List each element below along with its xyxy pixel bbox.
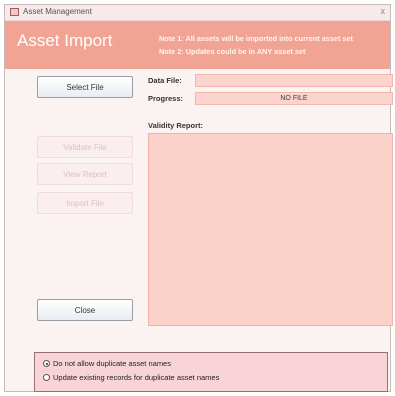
validity-report-label: Validity Report: <box>148 121 204 130</box>
progress-label: Progress: <box>148 94 184 103</box>
import-notes: Note 1: All assets will be imported into… <box>159 32 353 58</box>
title-bar: Asset Management x <box>5 5 390 21</box>
data-file-label: Data File: <box>148 76 182 85</box>
progress-field: NO FILE <box>195 92 393 105</box>
option-disallow-label: Do not allow duplicate asset names <box>53 359 171 368</box>
radio-selected-icon[interactable] <box>43 360 50 367</box>
duplicate-options-group: Do not allow duplicate asset names Updat… <box>34 352 388 392</box>
radio-unselected-icon[interactable] <box>43 374 50 381</box>
select-file-button[interactable]: Select File <box>37 76 133 98</box>
import-file-button[interactable]: Import File <box>37 192 133 214</box>
data-file-field[interactable] <box>195 74 393 87</box>
note-1: Note 1: All assets will be imported into… <box>159 34 353 43</box>
window-title: Asset Management <box>23 7 92 16</box>
validate-file-button[interactable]: Validate File <box>37 136 133 158</box>
view-report-button[interactable]: View Report <box>37 163 133 185</box>
form-header: Asset Import Note 1: All assets will be … <box>5 21 390 69</box>
note-2: Note 2: Updates could be in ANY asset se… <box>159 47 306 56</box>
option-update-duplicates[interactable]: Update existing records for duplicate as… <box>43 373 219 382</box>
close-icon[interactable]: x <box>381 6 386 16</box>
option-disallow-duplicates[interactable]: Do not allow duplicate asset names <box>43 359 171 368</box>
asset-management-window: Asset Management x Asset Import Note 1: … <box>4 4 393 392</box>
database-table-icon <box>10 8 19 16</box>
close-button[interactable]: Close <box>37 299 133 321</box>
validity-report-box[interactable] <box>148 133 393 326</box>
page-title: Asset Import <box>17 31 113 50</box>
option-update-label: Update existing records for duplicate as… <box>53 373 220 382</box>
